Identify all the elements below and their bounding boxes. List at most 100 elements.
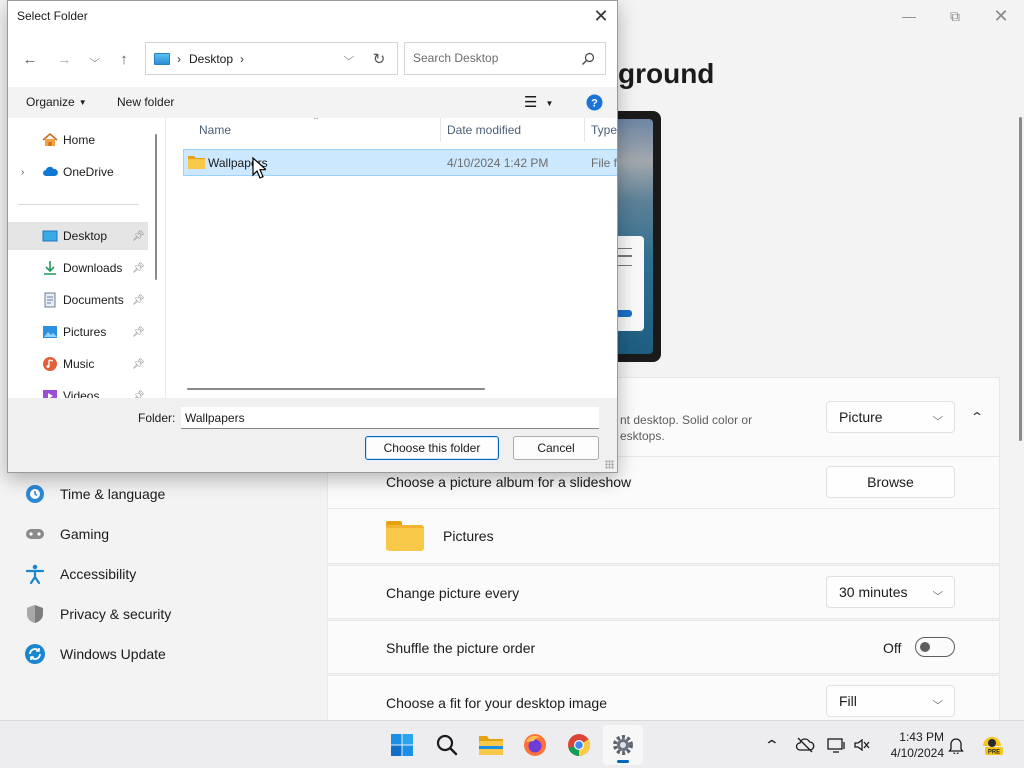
- nav-item-time-language[interactable]: Time & language: [24, 482, 165, 506]
- chevron-up-icon: ⌃: [763, 736, 781, 753]
- shuffle-toggle[interactable]: [915, 637, 955, 657]
- tree-item-desktop[interactable]: Desktop 📌︎: [8, 222, 148, 250]
- fit-label: Choose a fit for your desktop image: [386, 695, 608, 711]
- tree-item-music[interactable]: Music 📌︎: [8, 350, 148, 378]
- firefox-button[interactable]: [515, 725, 555, 765]
- tree-item-videos[interactable]: Videos 📌︎: [8, 382, 148, 398]
- choose-folder-button[interactable]: Choose this folder: [365, 436, 499, 460]
- new-folder-button[interactable]: New folder: [117, 95, 174, 109]
- pin-icon: 📌︎: [132, 390, 145, 399]
- close-window-button[interactable]: ✕: [978, 0, 1024, 32]
- command-bar: Organize ▼ New folder ☰ ▼ ?: [8, 87, 617, 118]
- documents-icon: [44, 292, 56, 308]
- show-hidden-icons-button[interactable]: ⌃: [760, 733, 784, 757]
- onedrive-tray-button[interactable]: [793, 733, 817, 757]
- background-description-1: nt desktop. Solid color or: [620, 413, 753, 427]
- album-folder-row: Pictures: [327, 509, 1000, 564]
- recent-locations-button[interactable]: ⌵: [81, 47, 109, 71]
- column-header-date[interactable]: Date modified: [447, 123, 521, 137]
- settings-button[interactable]: [603, 725, 643, 765]
- firefox-icon: [524, 734, 546, 756]
- column-header-name[interactable]: Name: [199, 123, 231, 137]
- chevron-down-icon[interactable]: ⌵: [344, 52, 355, 63]
- notifications-button[interactable]: [944, 733, 968, 757]
- horizontal-scrollbar[interactable]: [187, 388, 485, 390]
- view-options-button[interactable]: ☰ ▼: [524, 93, 553, 111]
- tree-label: Videos: [63, 389, 100, 398]
- tree-item-documents[interactable]: Documents 📌︎: [8, 286, 148, 314]
- preview-badge: PRE: [988, 750, 1000, 756]
- interval-value: 30 minutes: [839, 584, 908, 600]
- navigation-scrollbar[interactable]: [155, 134, 157, 280]
- file-type: File fo: [591, 156, 617, 170]
- maximize-button[interactable]: ⧉: [932, 0, 978, 32]
- start-button[interactable]: [382, 725, 422, 765]
- cancel-button[interactable]: Cancel: [513, 436, 599, 460]
- shuffle-label: Shuffle the picture order: [386, 640, 536, 656]
- fit-dropdown[interactable]: Fill ⌵: [826, 685, 955, 717]
- chrome-button[interactable]: [559, 725, 599, 765]
- monitor-network-icon: [827, 738, 845, 753]
- globe-clock-icon: [24, 483, 46, 505]
- interval-dropdown[interactable]: 30 minutes ⌵: [826, 576, 955, 608]
- nav-item-gaming[interactable]: Gaming: [24, 522, 109, 546]
- chevron-right-icon[interactable]: ›: [21, 167, 24, 178]
- up-button[interactable]: ↑: [110, 47, 138, 71]
- file-date: 4/10/2024 1:42 PM: [447, 156, 549, 170]
- organize-label: Organize: [26, 95, 75, 109]
- tree-label: Documents: [63, 293, 124, 307]
- folder-field[interactable]: [181, 407, 599, 429]
- active-app-indicator: [617, 760, 629, 763]
- collapse-button[interactable]: ⌃: [964, 404, 990, 430]
- vertical-scrollbar[interactable]: [1019, 117, 1022, 441]
- address-bar[interactable]: › Desktop › ⌵ ↻: [145, 42, 398, 75]
- navigation-pane: Home › OneDrive Desktop 📌︎ Downloads 📌︎ …: [8, 118, 165, 398]
- tree-item-home[interactable]: Home: [8, 126, 148, 154]
- tree-item-downloads[interactable]: Downloads 📌︎: [8, 254, 148, 282]
- nav-item-windows-update[interactable]: Windows Update: [24, 642, 166, 666]
- chevron-right-icon[interactable]: ›: [240, 52, 244, 66]
- tree-label: Music: [63, 357, 95, 371]
- tree-divider: [18, 204, 139, 205]
- column-divider[interactable]: [584, 118, 585, 142]
- search-input[interactable]: [413, 51, 573, 65]
- mouse-pointer-icon: [252, 157, 266, 179]
- tree-item-pictures[interactable]: Pictures 📌︎: [8, 318, 148, 346]
- network-button[interactable]: [825, 733, 849, 757]
- forward-button[interactable]: →: [50, 47, 78, 71]
- volume-button[interactable]: [850, 733, 874, 757]
- tree-item-onedrive[interactable]: › OneDrive: [8, 158, 148, 186]
- help-button[interactable]: ?: [586, 94, 603, 114]
- column-header-type[interactable]: Type: [591, 123, 617, 137]
- folder-icon: [188, 156, 205, 169]
- back-button[interactable]: ←: [16, 47, 44, 71]
- folder-field-label: Folder:: [138, 411, 176, 425]
- home-icon: [42, 132, 58, 146]
- album-label: Choose a picture album for a slideshow: [386, 474, 632, 490]
- search-box[interactable]: [404, 42, 606, 75]
- refresh-icon[interactable]: ↻: [369, 49, 389, 69]
- preview-build-button[interactable]: PRE: [978, 733, 1006, 757]
- organize-button[interactable]: Organize ▼: [26, 95, 87, 109]
- dialog-close-button[interactable]: ✕: [585, 1, 617, 32]
- column-divider[interactable]: [440, 118, 441, 142]
- list-view-icon: ☰: [524, 94, 538, 111]
- tree-label: Home: [63, 133, 96, 147]
- resize-grip[interactable]: [605, 460, 614, 469]
- file-row-selected[interactable]: Wallpapers 4/10/2024 1:42 PM File fo: [183, 149, 617, 176]
- file-explorer-button[interactable]: [471, 725, 511, 765]
- minimize-button[interactable]: ―: [886, 0, 932, 32]
- music-icon: [43, 357, 57, 371]
- nav-item-accessibility[interactable]: Accessibility: [24, 562, 136, 586]
- nav-item-privacy[interactable]: Privacy & security: [24, 602, 171, 626]
- shuffle-row: Shuffle the picture order Off: [327, 620, 1000, 674]
- nav-label: Time & language: [60, 486, 166, 502]
- tree-label: OneDrive: [63, 165, 114, 179]
- browse-button[interactable]: Browse: [826, 466, 955, 498]
- background-type-dropdown[interactable]: Picture ⌵: [826, 401, 955, 433]
- chevron-down-icon: ⌵: [932, 411, 944, 423]
- clock[interactable]: 1:43 PM 4/10/2024: [876, 729, 944, 761]
- arrow-left-icon: ←: [22, 50, 38, 68]
- address-location[interactable]: Desktop: [189, 52, 233, 66]
- taskbar-search-button[interactable]: [427, 725, 467, 765]
